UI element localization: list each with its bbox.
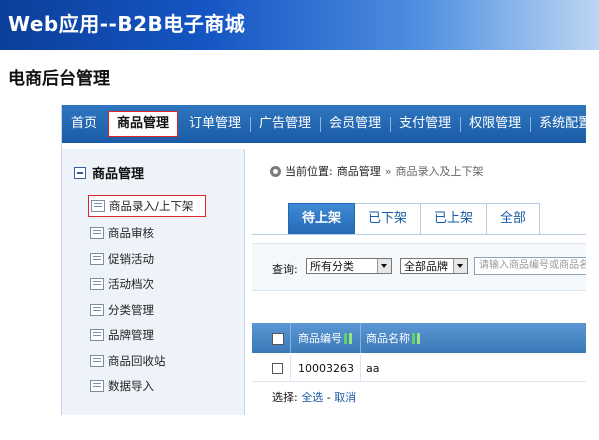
column-header-name[interactable]: 商品名称 [366,330,421,346]
column-header-label: 商品编号 [298,332,342,345]
sidebar-heading[interactable]: 商品管理 [74,163,144,182]
breadcrumb: 当前位置: 商品管理 » 商品录入及上下架 [270,163,483,179]
nav-item-payments[interactable]: 支付管理 [390,105,460,143]
breadcrumb-prefix: 当前位置: [285,165,333,178]
tab-all[interactable]: 全部 [487,203,541,235]
cancel-selection-link[interactable]: 取消 [334,391,356,404]
sidebar-item-brands[interactable]: 品牌管理 [90,323,206,349]
document-icon [91,200,105,212]
status-tabs: 待上架 已下架 已上架 全部 [288,203,541,235]
sidebar-item-label: 分类管理 [108,302,154,317]
tab-underline [252,234,586,235]
nav-item-members[interactable]: 会员管理 [320,105,390,143]
tab-delisted[interactable]: 已下架 [355,203,422,235]
category-select-value: 所有分类 [310,260,354,273]
row-checkbox[interactable] [272,363,283,374]
sidebar-item-activity-levels[interactable]: 活动档次 [90,272,206,298]
document-icon [90,354,104,367]
selection-bar: 选择: 全选 - 取消 [272,389,356,405]
breadcrumb-current: 商品录入及上下架 [395,165,484,178]
banner-title: Web应用--B2B电子商城 [8,12,246,36]
category-select[interactable]: 所有分类 [306,258,392,274]
breadcrumb-section[interactable]: 商品管理 [337,163,381,179]
nav-item-orders[interactable]: 订单管理 [180,105,250,143]
document-icon [90,252,104,265]
top-navigation: 首页 商品管理 订单管理 广告管理 会员管理 支付管理 权限管理 系统配置 [62,105,586,143]
minus-box-icon[interactable] [74,166,86,179]
table-header: 商品编号 商品名称 [252,323,586,353]
sidebar-item-label: 数据导入 [108,379,154,394]
sidebar: 商品管理 商品录入/上下架 商品审核 促销活动 活动档次 分类管理 品牌管理 商… [62,149,245,415]
sidebar-item-data-import[interactable]: 数据导入 [90,374,206,400]
tab-pending-listing[interactable]: 待上架 [288,203,356,235]
chevron-down-icon[interactable] [453,259,467,273]
column-divider [290,323,291,353]
row-product-code: 10003263 [298,362,354,375]
nav-item-ads[interactable]: 广告管理 [250,105,320,143]
sidebar-heading-label: 商品管理 [92,167,145,182]
document-icon [90,303,104,316]
select-all-checkbox[interactable] [272,333,284,345]
nav-item-products[interactable]: 商品管理 [108,111,179,137]
sidebar-item-product-entry[interactable]: 商品录入/上下架 [88,195,207,217]
sidebar-item-product-review[interactable]: 商品审核 [90,221,206,247]
filter-bar: 查询: 所有分类 全部品牌 请输入商品编号或商品名 [252,243,586,291]
selection-dash: - [326,391,331,404]
column-header-code[interactable]: 商品编号 [298,330,353,346]
select-all-link[interactable]: 全选 [301,391,323,404]
gear-icon [270,165,281,177]
brand-select[interactable]: 全部品牌 [400,258,468,274]
selection-label: 选择: [272,391,298,404]
brand-select-value: 全部品牌 [404,260,448,273]
sidebar-item-label: 促销活动 [108,251,154,266]
nav-item-permissions[interactable]: 权限管理 [460,105,530,143]
search-placeholder: 请输入商品编号或商品名 [479,260,586,271]
document-icon [90,380,104,393]
document-icon [90,227,104,240]
column-header-label: 商品名称 [366,332,410,345]
nav-item-home[interactable]: 首页 [62,105,106,143]
sidebar-item-label: 品牌管理 [108,328,154,343]
sidebar-list: 商品录入/上下架 商品审核 促销活动 活动档次 分类管理 品牌管理 商品回收站 … [88,193,207,400]
chevron-down-icon[interactable] [377,259,391,273]
admin-screenshot: 首页 商品管理 订单管理 广告管理 会员管理 支付管理 权限管理 系统配置 商品… [61,105,586,415]
sidebar-item-promotions[interactable]: 促销活动 [90,246,206,272]
query-label: 查询: [272,263,298,276]
slide-subtitle: 电商后台管理 [8,69,110,89]
search-input[interactable]: 请输入商品编号或商品名 [474,257,586,275]
row-product-name: aa [366,362,380,375]
column-divider [360,355,361,381]
sort-icon[interactable] [344,332,353,344]
nav-item-system-config[interactable]: 系统配置 [530,105,586,143]
sidebar-item-label: 商品审核 [108,226,154,241]
slide-banner: Web应用--B2B电子商城 [0,0,599,50]
sidebar-item-label: 商品录入/上下架 [109,199,194,213]
column-divider [290,355,291,381]
document-icon [90,329,104,342]
sidebar-item-label: 活动档次 [108,277,154,292]
main-content: 当前位置: 商品管理 » 商品录入及上下架 待上架 已下架 已上架 全部 查询:… [252,149,586,415]
sidebar-item-label: 商品回收站 [108,353,166,368]
table-row[interactable]: 10003263 aa [252,355,586,382]
sidebar-item-recycle-bin[interactable]: 商品回收站 [90,348,206,374]
tab-listed[interactable]: 已上架 [421,203,488,235]
document-icon [90,278,104,291]
column-divider [360,323,361,353]
sidebar-item-categories[interactable]: 分类管理 [90,297,206,323]
breadcrumb-separator: » [384,164,392,178]
sort-icon[interactable] [412,332,421,344]
